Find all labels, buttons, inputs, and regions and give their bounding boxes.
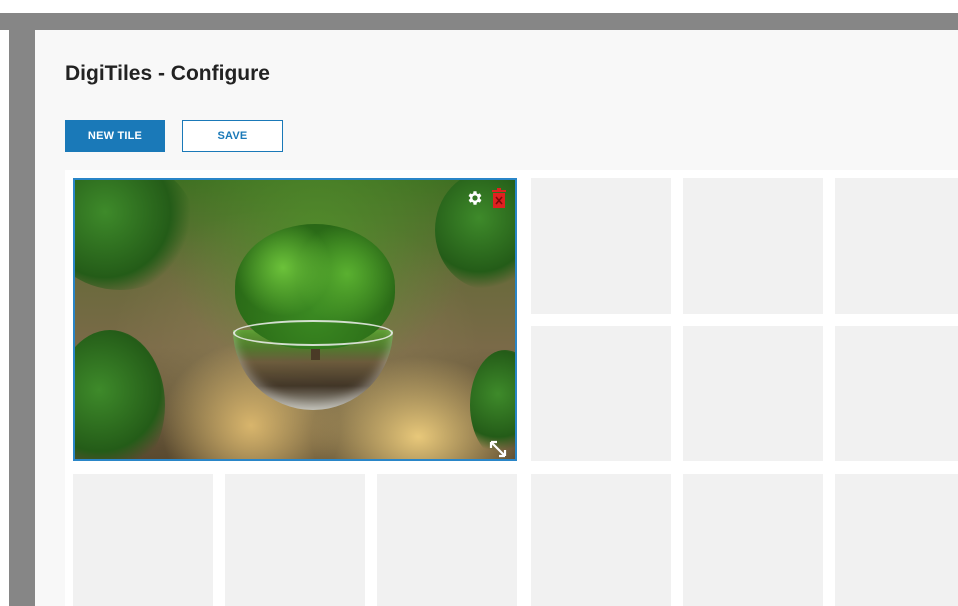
new-tile-button[interactable]: NEW TILE xyxy=(65,120,165,152)
empty-tile[interactable] xyxy=(531,474,671,606)
foliage-decoration xyxy=(75,330,165,459)
tile-grid xyxy=(65,170,958,606)
empty-tile[interactable] xyxy=(225,474,365,606)
empty-tile[interactable] xyxy=(531,326,671,461)
empty-tile[interactable] xyxy=(377,474,517,606)
window-top-border xyxy=(0,13,958,30)
screen: DigiTiles - Configure NEW TILE SAVE xyxy=(0,0,958,606)
trash-icon[interactable] xyxy=(489,187,509,209)
empty-tile[interactable] xyxy=(683,326,823,461)
empty-tile[interactable] xyxy=(73,474,213,606)
empty-tile[interactable] xyxy=(835,326,958,461)
empty-tile[interactable] xyxy=(683,178,823,314)
gear-icon[interactable] xyxy=(465,188,485,208)
page-title: DigiTiles - Configure xyxy=(65,62,270,85)
save-button[interactable]: SAVE xyxy=(182,120,283,152)
resize-diagonal-icon[interactable] xyxy=(487,438,509,459)
empty-tile[interactable] xyxy=(531,178,671,314)
image-tile[interactable] xyxy=(73,178,517,461)
globe-rim xyxy=(233,320,393,346)
empty-tile[interactable] xyxy=(683,474,823,606)
empty-tile[interactable] xyxy=(835,474,958,606)
window-left-border xyxy=(9,13,35,606)
empty-tile[interactable] xyxy=(835,178,958,314)
foliage-decoration xyxy=(75,180,195,290)
